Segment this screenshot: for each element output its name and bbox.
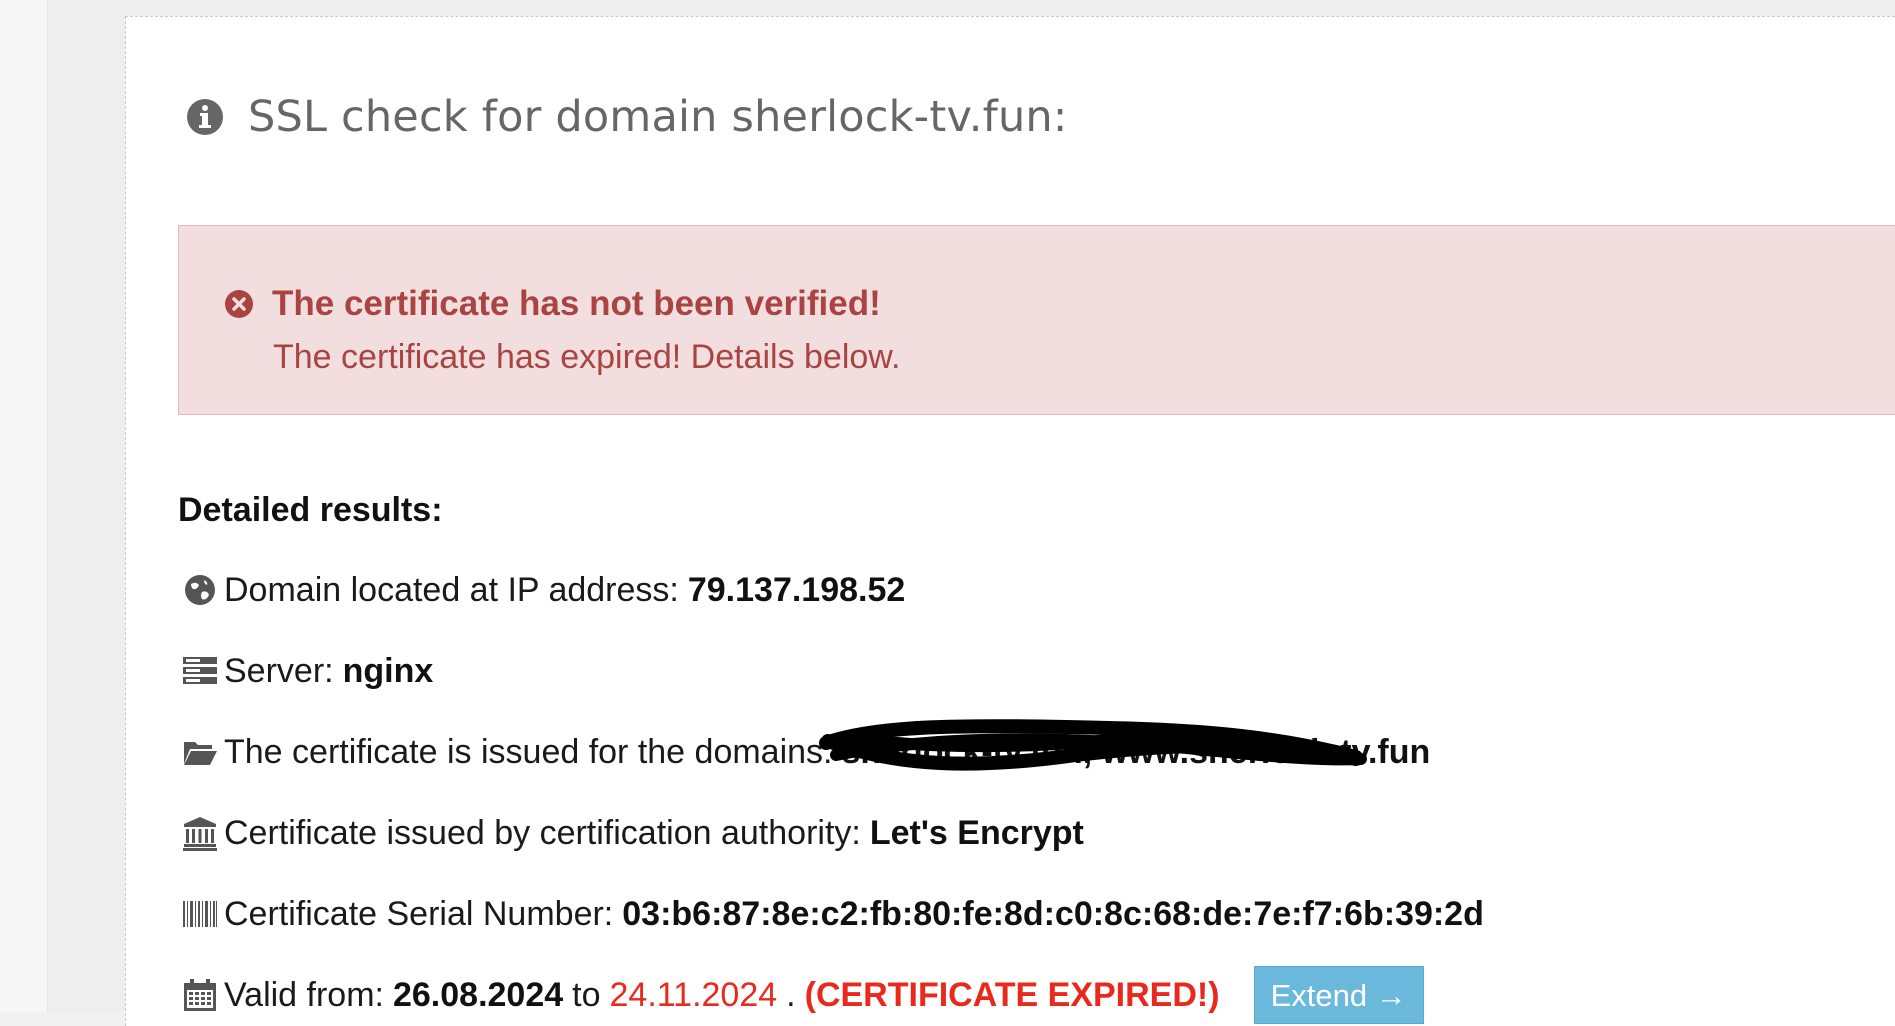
issuer-label: Certificate issued by certification auth…: [224, 813, 861, 852]
server-icon: [183, 657, 217, 684]
server-row: Server: nginx: [182, 648, 433, 694]
domains-row: The certificate is issued for the domain…: [182, 718, 1430, 775]
page-title: SSL check for domain sherlock-tv.fun:: [248, 92, 1068, 142]
valid-to-word: to: [572, 975, 601, 1014]
redaction-scribble: [818, 718, 1367, 771]
domains-value-redacted: sherlock-tv.fun, www.sherlock-tv.fun: [818, 718, 1430, 772]
detailed-results-heading: Detailed results:: [178, 491, 443, 529]
page-title-row: SSL check for domain sherlock-tv.fun:: [186, 87, 1068, 147]
extend-button[interactable]: Extend →: [1253, 966, 1424, 1024]
issuer-row: Certificate issued by certification auth…: [182, 810, 1084, 856]
info-circle-icon: [187, 99, 223, 135]
folder-open-icon: [184, 742, 217, 765]
domains-label: The certificate is issued for the domain…: [224, 732, 833, 771]
globe-icon: [185, 575, 215, 605]
valid-from-date: 26.08.2024: [392, 975, 564, 1014]
barcode-icon: [183, 901, 217, 927]
serial-number-label: Certificate Serial Number:: [224, 894, 614, 933]
left-margin: [0, 0, 48, 1012]
serial-number-value: 03:b6:87:8e:c2:fb:80:fe:8d:c0:8c:68:de:7…: [622, 894, 1484, 933]
alert-message: The certificate has expired! Details bel…: [273, 338, 901, 376]
serial-number-row: Certificate Serial Number: 03:b6:87:8e:c…: [182, 891, 1484, 937]
ip-address-row: Domain located at IP address: 79.137.198…: [182, 567, 905, 613]
institution-icon: [183, 817, 217, 851]
server-label: Server:: [224, 651, 334, 690]
validity-row: Valid from: 26.08.2024 to 24.11.2024 . (…: [182, 966, 1424, 1024]
valid-from-label: Valid from:: [224, 975, 384, 1014]
error-alert: The certificate has not been verified! T…: [178, 225, 1895, 415]
calendar-icon: [184, 979, 216, 1011]
error-circle-icon: [225, 290, 253, 318]
issuer-value: Let's Encrypt: [869, 813, 1084, 852]
alert-header: The certificate has not been verified!: [224, 284, 881, 324]
valid-to-date: 24.11.2024: [609, 975, 778, 1014]
validity-period: .: [786, 975, 796, 1014]
ssl-result-card: SSL check for domain sherlock-tv.fun: Th…: [125, 16, 1895, 1026]
alert-title: The certificate has not been verified!: [272, 284, 881, 323]
server-value: nginx: [342, 651, 434, 690]
ip-address-label: Domain located at IP address:: [224, 570, 679, 609]
certificate-expired-status: (CERTIFICATE EXPIRED!): [804, 975, 1220, 1014]
ip-address-value: 79.137.198.52: [687, 570, 906, 609]
